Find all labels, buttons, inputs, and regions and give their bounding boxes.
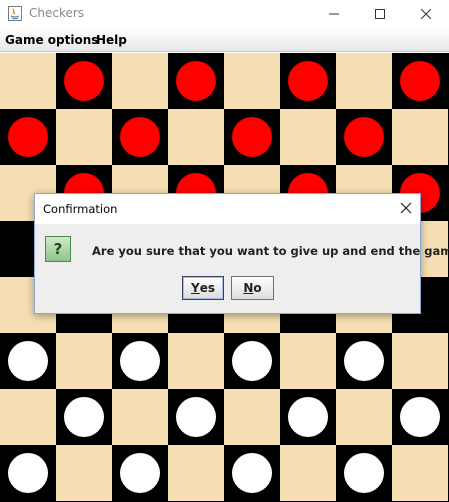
dialog-title-bar[interactable]: Confirmation — [35, 194, 420, 224]
red-checker-piece[interactable] — [64, 61, 104, 101]
window-title-bar[interactable]: Checkers — [0, 0, 449, 28]
board-square[interactable] — [280, 333, 336, 389]
yes-mnemonic: Y — [191, 281, 200, 295]
java-app-icon — [8, 6, 22, 21]
red-checker-piece[interactable] — [400, 61, 440, 101]
board-square[interactable] — [56, 333, 112, 389]
white-checker-piece[interactable] — [400, 397, 440, 437]
minimize-icon — [329, 13, 339, 15]
red-checker-piece[interactable] — [288, 61, 328, 101]
board-square[interactable] — [392, 445, 448, 501]
close-button[interactable] — [403, 0, 449, 28]
white-checker-piece[interactable] — [8, 341, 48, 381]
white-checker-piece[interactable] — [232, 453, 272, 493]
board-square[interactable] — [0, 53, 56, 109]
red-checker-piece[interactable] — [344, 117, 384, 157]
white-checker-piece[interactable] — [120, 341, 160, 381]
board-square[interactable] — [112, 53, 168, 109]
white-checker-piece[interactable] — [344, 341, 384, 381]
board-square[interactable] — [168, 333, 224, 389]
board-square[interactable] — [168, 445, 224, 501]
white-checker-piece[interactable] — [176, 397, 216, 437]
board-square[interactable] — [392, 333, 448, 389]
white-checker-piece[interactable] — [344, 453, 384, 493]
board-square[interactable] — [112, 389, 168, 445]
board-square[interactable] — [392, 109, 448, 165]
board-square[interactable] — [56, 109, 112, 165]
white-checker-piece[interactable] — [64, 397, 104, 437]
menu-game-options[interactable]: Game options — [5, 33, 98, 47]
menu-help[interactable]: Help — [96, 33, 127, 47]
yes-button[interactable]: Yes — [182, 276, 224, 300]
close-icon — [421, 9, 431, 19]
dialog-message: Are you sure that you want to give up an… — [92, 244, 449, 258]
board-square[interactable] — [168, 109, 224, 165]
no-mnemonic: N — [243, 281, 254, 295]
board-square[interactable] — [224, 53, 280, 109]
close-icon[interactable] — [398, 200, 414, 216]
red-checker-piece[interactable] — [232, 117, 272, 157]
board-square[interactable] — [280, 109, 336, 165]
maximize-button[interactable] — [357, 0, 403, 28]
board-square[interactable] — [336, 389, 392, 445]
board-square[interactable] — [224, 389, 280, 445]
white-checker-piece[interactable] — [120, 453, 160, 493]
board-square[interactable] — [336, 53, 392, 109]
dialog-title: Confirmation — [43, 202, 118, 216]
board-square[interactable] — [280, 445, 336, 501]
menu-bar: Game options Help — [0, 28, 449, 52]
question-glyph: ? — [53, 240, 63, 258]
no-button[interactable]: No — [231, 276, 274, 300]
minimize-button[interactable] — [311, 0, 357, 28]
board-square[interactable] — [56, 445, 112, 501]
no-label-rest: o — [253, 281, 262, 295]
red-checker-piece[interactable] — [8, 117, 48, 157]
confirmation-dialog: Confirmation ? Are you sure that you wan… — [34, 193, 449, 314]
white-checker-piece[interactable] — [8, 453, 48, 493]
question-icon: ? — [45, 236, 71, 262]
red-checker-piece[interactable] — [120, 117, 160, 157]
yes-label-rest: es — [199, 281, 215, 295]
window-title: Checkers — [29, 6, 85, 20]
red-checker-piece[interactable] — [176, 61, 216, 101]
board-square[interactable] — [0, 389, 56, 445]
white-checker-piece[interactable] — [232, 341, 272, 381]
white-checker-piece[interactable] — [288, 397, 328, 437]
maximize-icon — [375, 9, 385, 19]
